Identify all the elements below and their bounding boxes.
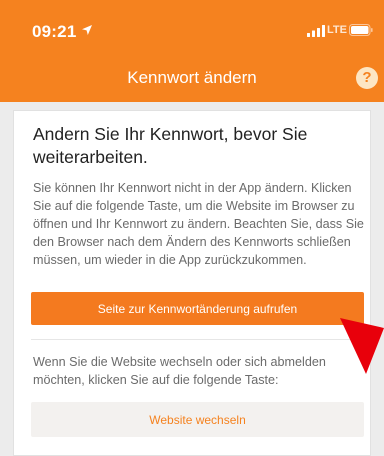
card-description: Sie können Ihr Kennwort nicht in der App…: [33, 181, 364, 267]
page-title: Kennwort ändern: [127, 68, 257, 87]
app-header: 09:21 LTE Kennwort ändern ?: [0, 0, 384, 102]
location-arrow-icon: [82, 25, 92, 35]
divider: [31, 339, 364, 340]
network-type: LTE: [327, 24, 347, 36]
switch-website-note: Wenn Sie die Website wechseln oder sich …: [33, 355, 326, 387]
card-heading: Andern Sie Ihr Kennwort, bevor Sie weite…: [33, 124, 308, 167]
open-password-page-button[interactable]: Seite zur Kennwortänderung aufrufen: [31, 292, 364, 325]
status-bar: 09:21 LTE: [0, 0, 384, 60]
signal-icon: [307, 25, 325, 37]
battery-icon: [349, 24, 373, 36]
status-time: 09:21: [32, 22, 77, 41]
help-icon[interactable]: ?: [356, 67, 378, 89]
red-pointer-arrow: [340, 318, 384, 374]
password-change-card: Andern Sie Ihr Kennwort, bevor Sie weite…: [13, 110, 371, 456]
switch-website-button[interactable]: Website wechseln: [31, 402, 364, 437]
